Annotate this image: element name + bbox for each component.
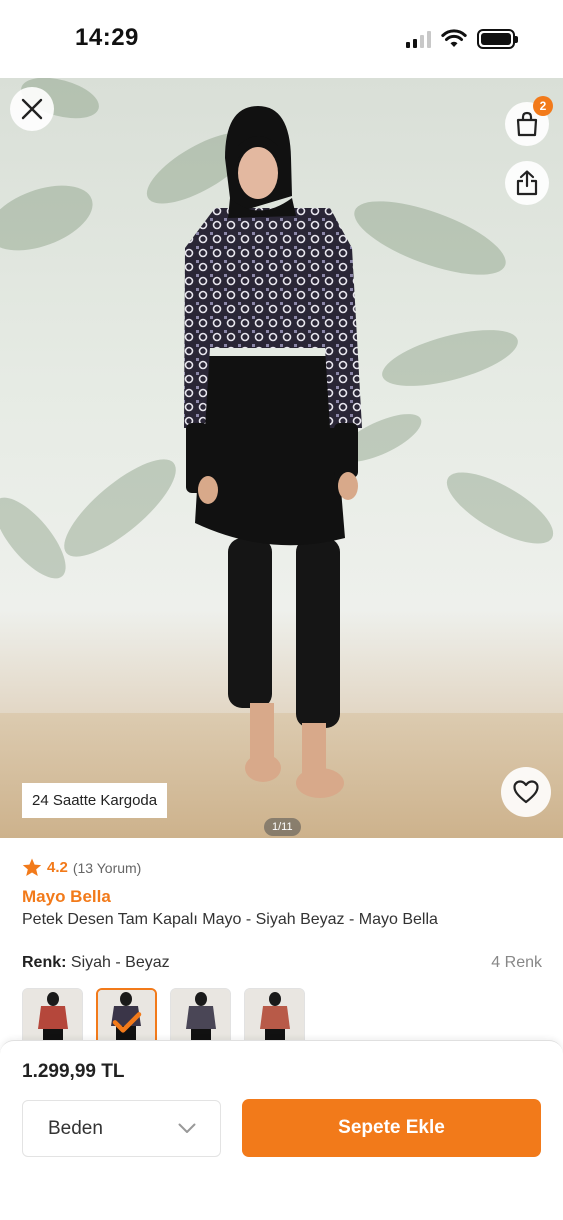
color-label: Renk: bbox=[22, 954, 67, 971]
purchase-bar: 1.299,99 TL Beden Sepete Ekle bbox=[0, 1040, 563, 1180]
review-count[interactable]: (13 Yorum) bbox=[73, 860, 141, 876]
color-swatch[interactable] bbox=[22, 988, 83, 1048]
product-title: Petek Desen Tam Kapalı Mayo - Siyah Beya… bbox=[22, 911, 438, 928]
share-icon bbox=[516, 170, 538, 196]
size-dropdown-label: Beden bbox=[48, 1117, 103, 1139]
color-count: 4 Renk bbox=[491, 954, 542, 971]
status-time: 14:29 bbox=[75, 24, 139, 51]
shopping-bag-icon bbox=[516, 111, 538, 137]
color-swatch[interactable] bbox=[244, 988, 305, 1048]
share-button[interactable] bbox=[505, 161, 549, 205]
rating-row[interactable]: 4.2 (13 Yorum) bbox=[22, 858, 141, 877]
size-dropdown[interactable]: Beden bbox=[22, 1100, 221, 1157]
add-to-cart-button[interactable]: Sepete Ekle bbox=[242, 1099, 541, 1157]
color-swatches bbox=[22, 988, 305, 1048]
product-price: 1.299,99 TL bbox=[22, 1061, 125, 1082]
status-bar: 14:29 bbox=[0, 0, 563, 78]
rating-value: 4.2 bbox=[47, 859, 68, 876]
brand-name[interactable]: Mayo Bella bbox=[22, 887, 111, 907]
color-swatch-selected[interactable] bbox=[96, 988, 157, 1048]
chevron-down-icon bbox=[178, 1123, 196, 1133]
color-value: Siyah - Beyaz bbox=[70, 954, 170, 971]
cart-button[interactable]: 2 bbox=[505, 96, 553, 146]
color-selector-header: Renk: Siyah - Beyaz 4 Renk bbox=[22, 954, 542, 972]
color-swatch[interactable] bbox=[170, 988, 231, 1048]
checkmark-icon bbox=[112, 1012, 141, 1033]
shipping-badge: 24 Saatte Kargoda bbox=[22, 783, 168, 818]
close-button[interactable] bbox=[10, 87, 54, 131]
bottom-spacer bbox=[0, 1180, 563, 1220]
close-icon bbox=[21, 98, 43, 120]
star-icon bbox=[22, 858, 42, 876]
signal-icon bbox=[406, 30, 431, 48]
cart-count-badge: 2 bbox=[533, 96, 553, 116]
image-counter: 1/11 bbox=[264, 818, 301, 836]
product-image-gallery[interactable]: 2 24 Saatte Kargoda 1/11 bbox=[0, 78, 563, 838]
product-photo bbox=[0, 78, 563, 838]
battery-icon bbox=[477, 29, 518, 49]
wifi-icon bbox=[441, 29, 467, 47]
heart-icon bbox=[513, 780, 539, 804]
status-icons bbox=[406, 28, 518, 50]
favorite-button[interactable] bbox=[501, 767, 551, 817]
